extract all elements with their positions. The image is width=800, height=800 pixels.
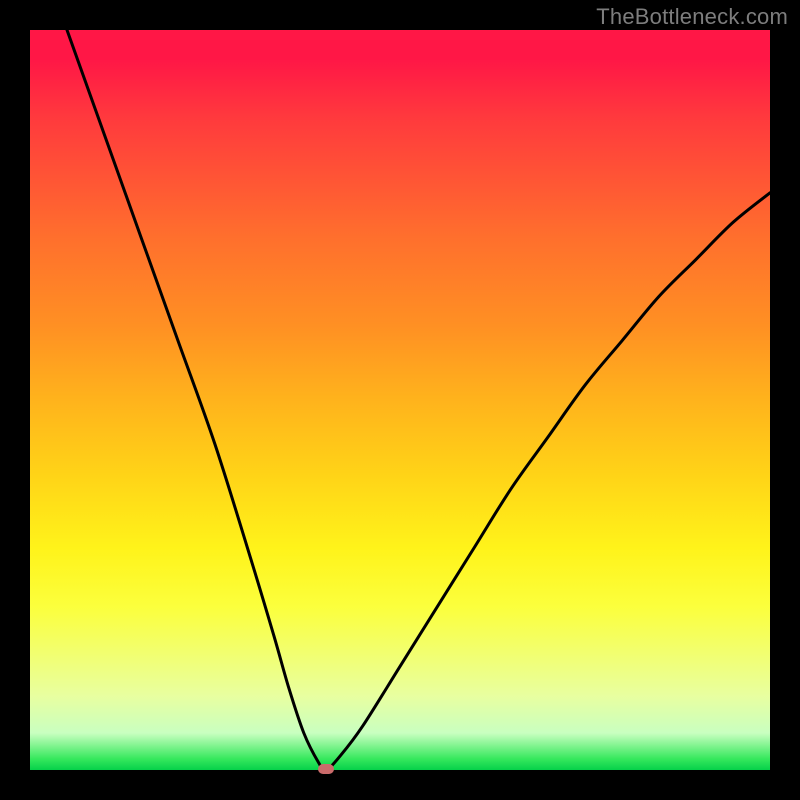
watermark-text: TheBottleneck.com: [596, 4, 788, 30]
min-marker: [318, 764, 334, 774]
chart-frame: TheBottleneck.com: [0, 0, 800, 800]
plot-area: [30, 30, 770, 770]
bottleneck-curve: [30, 30, 770, 770]
